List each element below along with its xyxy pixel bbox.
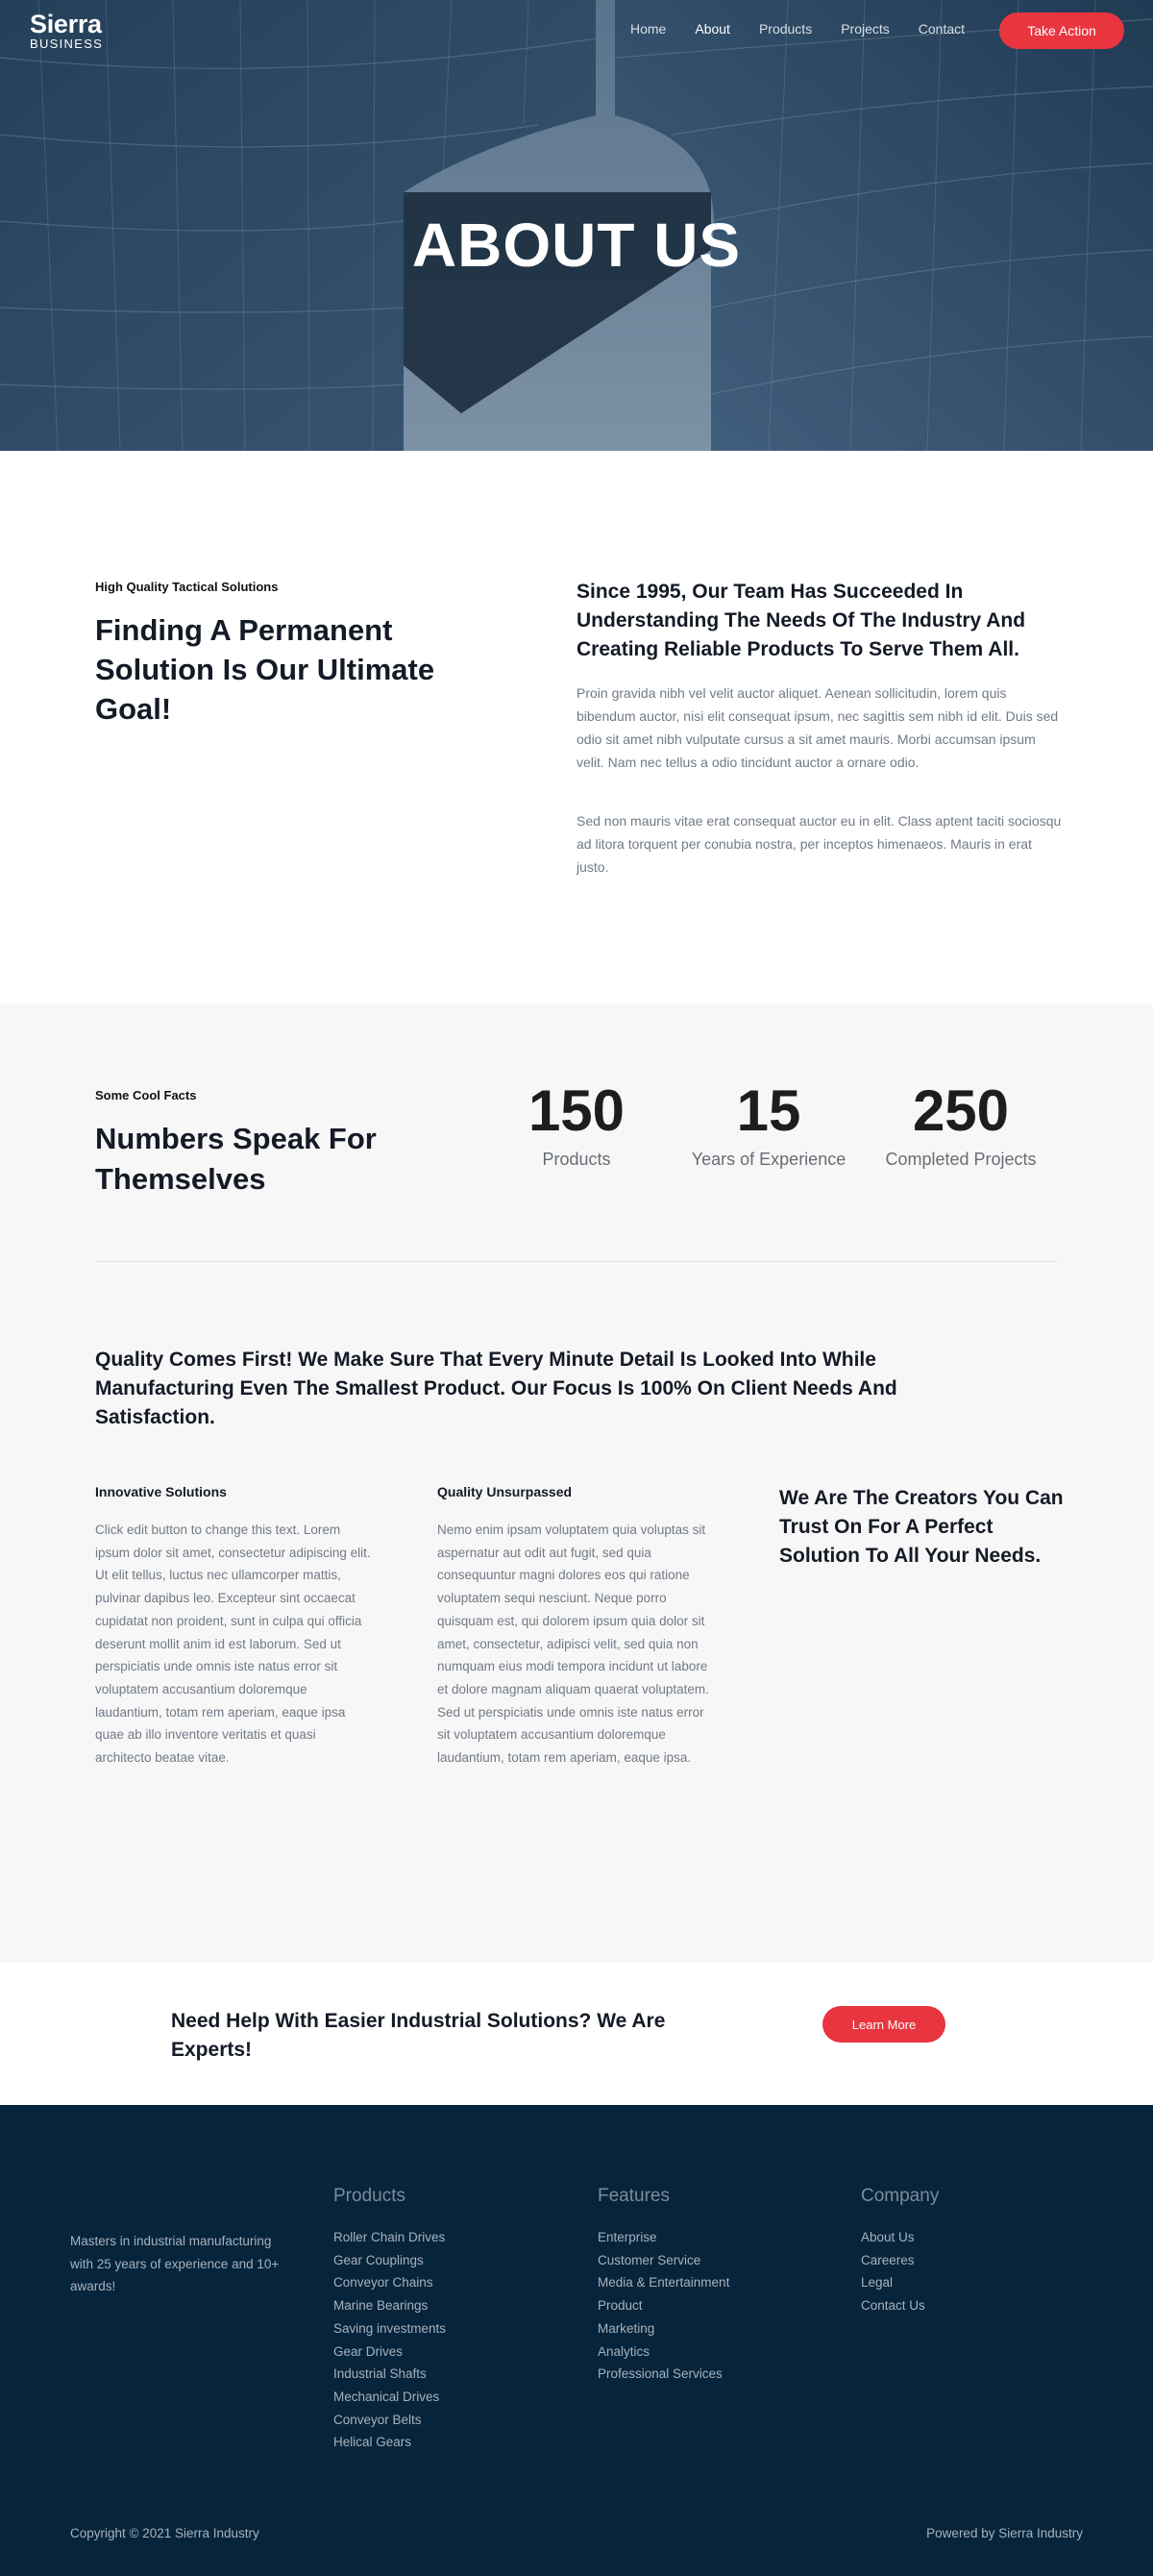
nav-item-about[interactable]: About <box>695 21 730 37</box>
cta-band: Need Help With Easier Industrial Solutio… <box>0 1963 1153 2105</box>
footer-link[interactable]: Conveyor Chains <box>333 2271 446 2294</box>
top-navigation: Sierra BUSINESS Home About Products Proj… <box>0 0 1153 62</box>
footer-link[interactable]: Enterprise <box>598 2226 729 2249</box>
learn-more-button[interactable]: Learn More <box>822 2006 945 2043</box>
about-subheading: Since 1995, Our Team Has Succeeded In Un… <box>576 581 1026 660</box>
quality-heading: Quality Comes First! We Make Sure That E… <box>95 1349 897 1428</box>
footer-tagline: Masters in industrial manufacturing with… <box>70 2234 280 2294</box>
footer-column-company: Company About Us Careeres Legal Contact … <box>861 2186 939 2317</box>
footer-link[interactable]: Product <box>598 2294 729 2317</box>
facts-eyebrow: Some Cool Facts <box>95 1088 197 1102</box>
about-section: High Quality Tactical Solutions Finding … <box>0 451 1153 1003</box>
powered-by-text: Powered by Sierra Industry <box>926 2526 1083 2540</box>
stat-projects: 250 Completed Projects <box>865 1080 1057 1170</box>
nav-item-contact[interactable]: Contact <box>919 21 965 37</box>
cta-text: Need Help With Easier Industrial Solutio… <box>171 2010 666 2061</box>
footer-link[interactable]: Saving investments <box>333 2317 446 2341</box>
footer: Masters in industrial manufacturing with… <box>0 2105 1153 2576</box>
footer-link[interactable]: Analytics <box>598 2341 729 2364</box>
take-action-button[interactable]: Take Action <box>999 12 1124 49</box>
footer-link[interactable]: Helical Gears <box>333 2431 446 2454</box>
facts-section: Some Cool Facts Numbers Speak For Themse… <box>0 1003 1153 1963</box>
stat-years: 15 Years of Experience <box>673 1080 865 1170</box>
quality-unsurpassed-text: Nemo enim ipsam voluptatem quia voluptas… <box>437 1523 709 1766</box>
footer-link[interactable]: Marine Bearings <box>333 2294 446 2317</box>
footer-link[interactable]: About Us <box>861 2226 939 2249</box>
stat-label: Completed Projects <box>885 1150 1037 1169</box>
footer-link[interactable]: Mechanical Drives <box>333 2386 446 2409</box>
creators-heading: We Are The Creators You Can Trust On For… <box>779 1487 1064 1567</box>
footer-column-heading: Products <box>333 2186 405 2206</box>
innovative-solutions-title: Innovative Solutions <box>95 1484 227 1499</box>
stat-label: Products <box>542 1150 611 1169</box>
footer-column-features: Features Enterprise Customer Service Med… <box>598 2186 729 2386</box>
nav-item-projects[interactable]: Projects <box>841 21 890 37</box>
logo-name: Sierra <box>30 10 102 38</box>
hero-section: Sierra BUSINESS Home About Products Proj… <box>0 0 1153 451</box>
nav-item-home[interactable]: Home <box>630 21 666 37</box>
section-divider <box>95 1261 1058 1262</box>
footer-link[interactable]: Contact Us <box>861 2294 939 2317</box>
stat-products: 150 Products <box>480 1080 673 1170</box>
innovative-solutions-text: Click edit button to change this text. L… <box>95 1523 371 1766</box>
footer-column-heading: Company <box>861 2186 940 2206</box>
footer-link[interactable]: Marketing <box>598 2317 729 2341</box>
about-paragraph-2: Sed non mauris vitae erat consequat auct… <box>576 813 1062 875</box>
footer-link[interactable]: Customer Service <box>598 2249 729 2272</box>
footer-link[interactable]: Gear Couplings <box>333 2249 446 2272</box>
footer-link[interactable]: Gear Drives <box>333 2341 446 2364</box>
stat-label: Years of Experience <box>691 1150 846 1169</box>
stat-number: 15 <box>736 1078 801 1143</box>
footer-link[interactable]: Roller Chain Drives <box>333 2226 446 2249</box>
stat-number: 150 <box>527 1078 626 1143</box>
about-paragraph-1: Proin gravida nibh vel velit auctor aliq… <box>576 685 1059 770</box>
footer-link[interactable]: Legal <box>861 2271 939 2294</box>
quality-unsurpassed-title: Quality Unsurpassed <box>437 1484 573 1499</box>
facts-heading: Numbers Speak For Themselves <box>95 1122 377 1196</box>
stat-number: 250 <box>912 1078 1010 1143</box>
footer-column-products: Products Roller Chain Drives Gear Coupli… <box>333 2186 446 2454</box>
about-heading: Finding A Permanent Solution Is Our Ulti… <box>95 613 435 726</box>
footer-link[interactable]: Industrial Shafts <box>333 2363 446 2386</box>
footer-column-heading: Features <box>598 2186 670 2206</box>
copyright-text: Copyright © 2021 Sierra Industry <box>70 2526 259 2540</box>
about-eyebrow: High Quality Tactical Solutions <box>95 580 279 594</box>
footer-link[interactable]: Conveyor Belts <box>333 2409 446 2432</box>
logo-tagline: BUSINESS <box>30 37 104 51</box>
nav-links: Home About Products Projects Contact <box>630 21 994 37</box>
footer-link[interactable]: Careeres <box>861 2249 939 2272</box>
page-title: ABOUT US <box>411 211 742 280</box>
footer-link[interactable]: Media & Entertainment <box>598 2271 729 2294</box>
footer-link[interactable]: Professional Services <box>598 2363 729 2386</box>
logo[interactable]: Sierra BUSINESS <box>30 11 103 51</box>
nav-item-products[interactable]: Products <box>759 21 812 37</box>
